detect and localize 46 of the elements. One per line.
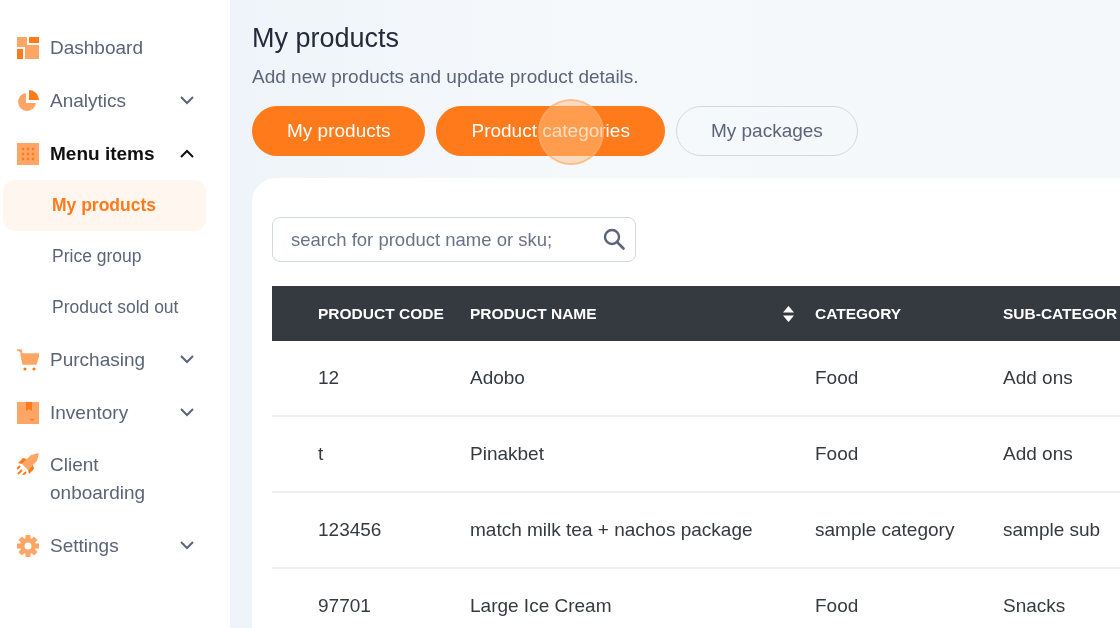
sidebar-item[interactable]: Client onboarding [0, 439, 230, 519]
page-title: My products [252, 22, 401, 55]
page-subtitle: Add new products and update product details. [252, 65, 640, 89]
table-cell: Food [815, 367, 859, 388]
grid-icon [17, 142, 39, 165]
column-header: PRODUCT CODE [318, 304, 444, 322]
table-cell: Large Ice Cream [470, 595, 612, 616]
table-cell: Add ons [1003, 443, 1073, 464]
chevron-down-icon [180, 96, 194, 105]
sidebar-subitem[interactable]: Product sold out [3, 282, 206, 333]
chevron-down-icon [180, 541, 194, 550]
table-cell: Food [815, 595, 859, 616]
table-cell: Pinakbet [470, 443, 544, 464]
sidebar-item[interactable]: Purchasing [0, 333, 230, 386]
sidebar-item[interactable]: Analytics [0, 74, 230, 127]
table-cell: sample sub [1003, 519, 1101, 540]
table-cell: sample category [815, 519, 955, 540]
box-icon [17, 401, 39, 424]
cart-icon [17, 348, 39, 371]
chevron-down-icon [180, 355, 194, 364]
dashboard-icon [17, 36, 39, 59]
table-cell: Add ons [1003, 367, 1073, 388]
table-cell: 97701 [318, 595, 371, 616]
column-header: CATEGORY [815, 304, 902, 322]
column-header: SUB-CATEGOR [1003, 304, 1118, 322]
pie-chart-icon [17, 89, 39, 112]
table-cell: Adobo [470, 367, 525, 388]
table-cell: t [318, 443, 324, 464]
table-cell: Food [815, 443, 859, 464]
table-cell: 12 [318, 367, 340, 388]
chevron-up-icon [180, 149, 194, 158]
sidebar-item[interactable]: Menu items [0, 127, 230, 180]
sidebar-subitem[interactable]: Price group [3, 231, 206, 282]
sidebar-item[interactable]: Inventory [0, 386, 230, 439]
table-cell: match milk tea + nachos package [470, 519, 753, 540]
table-cell: 123456 [318, 519, 382, 540]
chevron-down-icon [180, 408, 194, 417]
sort-icon[interactable] [783, 305, 794, 322]
sidebar-item[interactable]: Settings [0, 519, 230, 572]
settings-icon [17, 534, 39, 557]
table-cell: Snacks [1003, 595, 1066, 616]
sidebar-item[interactable]: Dashboard [0, 21, 230, 74]
search-icon [603, 228, 625, 250]
column-header: PRODUCT NAME [470, 304, 597, 323]
search-field[interactable]: search for product name or sku; [272, 217, 636, 262]
rocket-icon [17, 453, 39, 475]
